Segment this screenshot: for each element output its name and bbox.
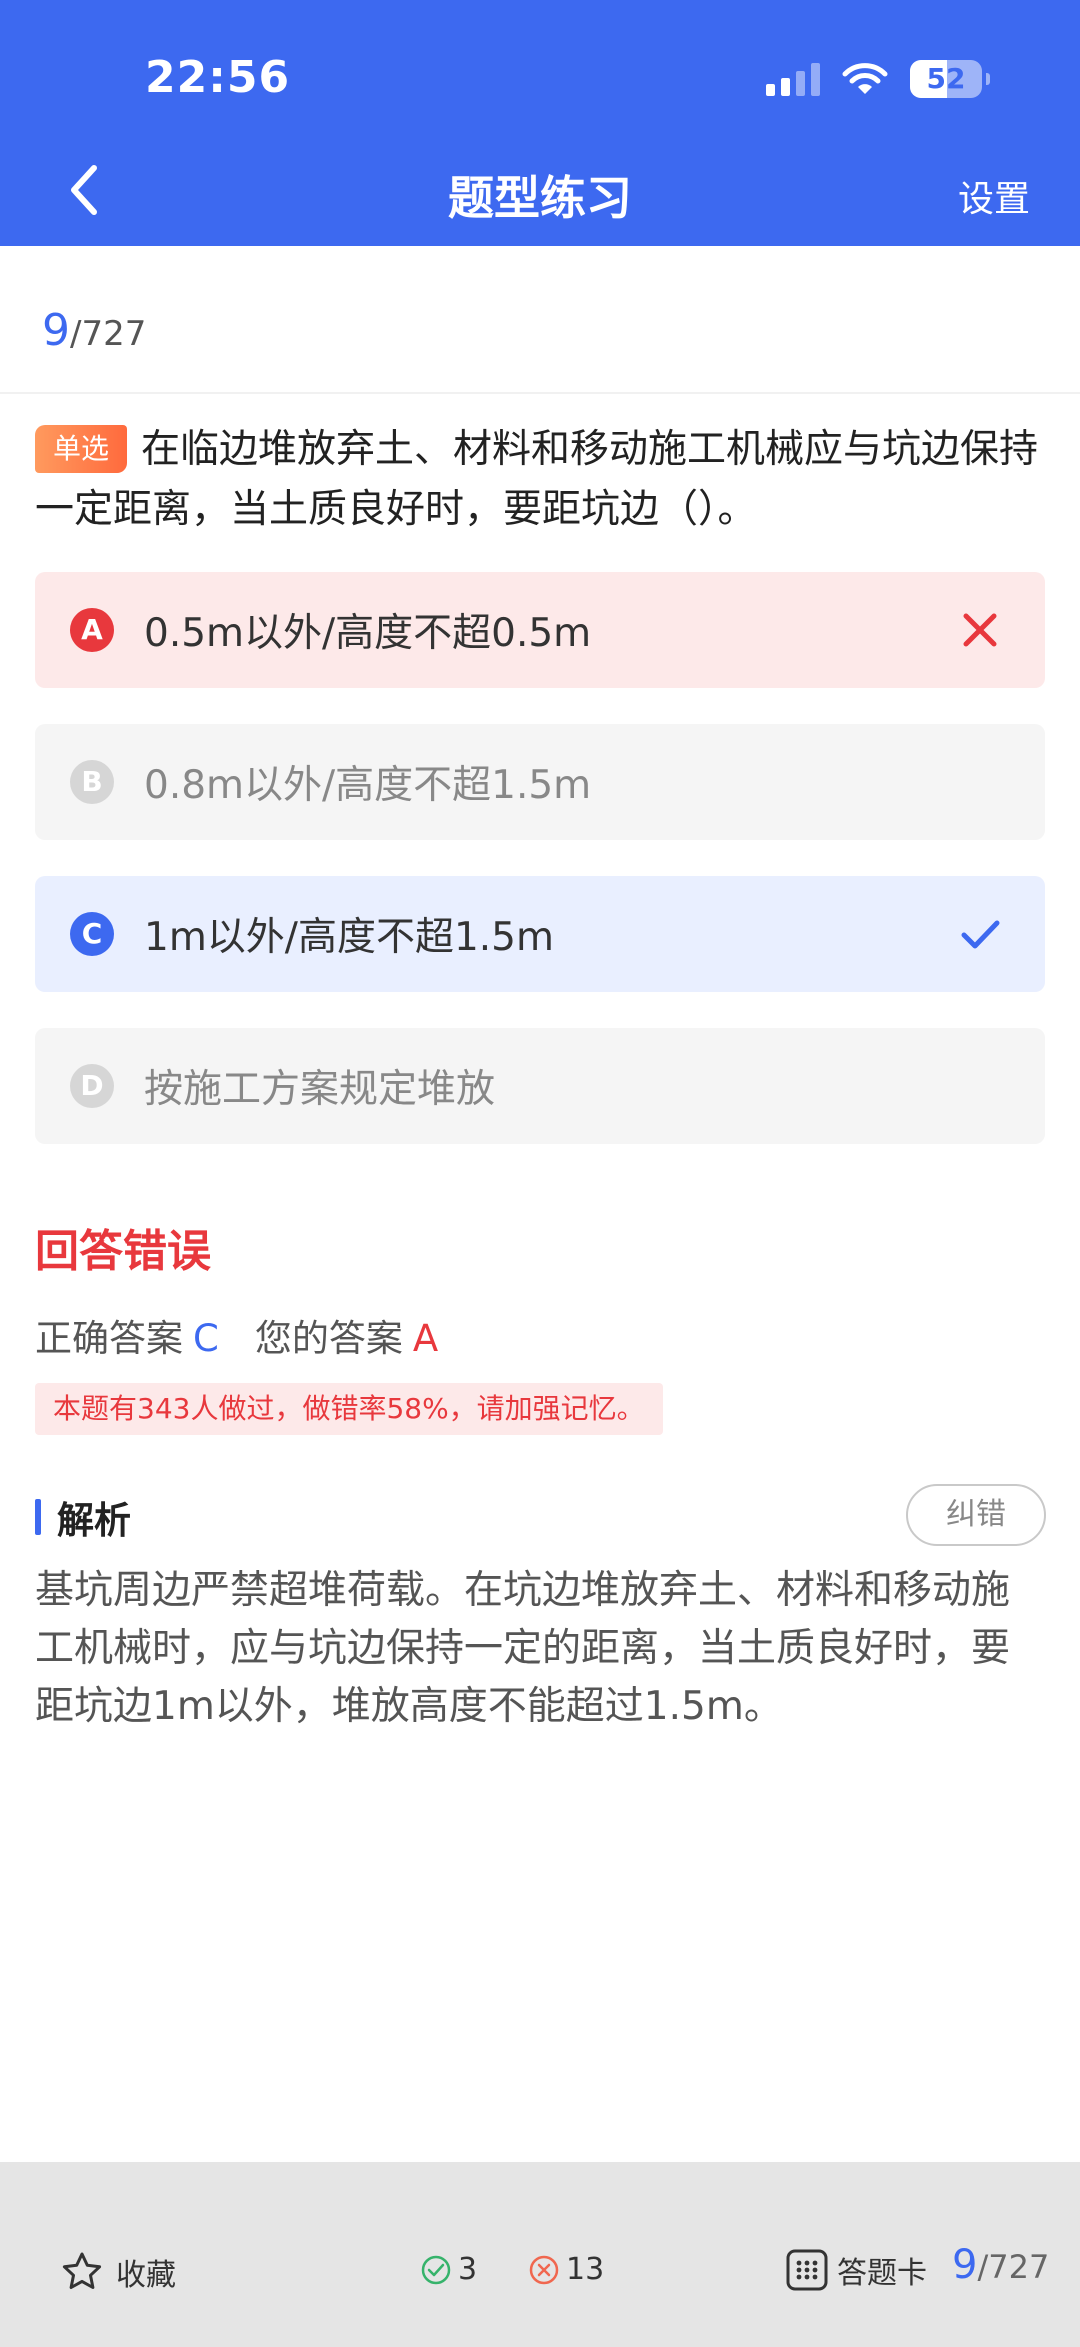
page-title: 题型练习 — [448, 171, 632, 225]
battery-icon: 52 — [910, 60, 990, 98]
bottom-current: 9 — [952, 2242, 978, 2288]
check-circle-icon — [421, 2255, 451, 2284]
analysis-heading-text: 解析 — [57, 1499, 131, 1542]
option-letter: D — [70, 1064, 114, 1108]
analysis-heading: 解析 — [35, 1490, 131, 1544]
status-icons: 52 — [766, 56, 990, 102]
divider — [0, 392, 1080, 394]
result-title: 回答错误 — [35, 1226, 211, 1277]
question-progress: 9/727 — [42, 305, 146, 356]
error-rate-notice: 本题有343人做过，做错率58%，请加强记忆。 — [35, 1383, 663, 1435]
battery-level: 52 — [926, 62, 966, 95]
answer-card-button[interactable]: 答题卡 — [785, 2248, 927, 2292]
favorite-button[interactable]: 收藏 — [60, 2250, 176, 2294]
wrong-x-icon — [963, 613, 997, 647]
option-letter: B — [70, 760, 114, 804]
wrong-count-value: 13 — [566, 2252, 605, 2287]
star-icon — [62, 2252, 102, 2289]
x-circle-icon — [529, 2255, 559, 2284]
checkmark-icon — [961, 920, 1000, 949]
your-answer-value: A — [412, 1317, 439, 1360]
your-answer-label: 您的答案 — [254, 1317, 403, 1360]
option-a[interactable]: A 0.5m以外/高度不超0.5m — [35, 572, 1045, 688]
question-type-tag: 单选 — [35, 425, 127, 473]
status-time: 22:56 — [145, 52, 291, 103]
bottom-toolbar: 收藏 3 13 答题卡 9/727 — [0, 2162, 1080, 2347]
option-d[interactable]: D 按施工方案规定堆放 — [35, 1028, 1045, 1144]
answer-summary: 正确答案 C 您的答案 A — [35, 1308, 438, 1362]
correct-answer-label: 正确答案 — [35, 1317, 183, 1360]
option-text: 0.8m以外/高度不超1.5m — [144, 763, 592, 808]
cellular-signal-icon — [766, 62, 820, 96]
report-error-button[interactable]: 纠错 — [906, 1484, 1046, 1546]
grid-icon — [786, 2249, 828, 2291]
bottom-progress: 9/727 — [952, 2242, 1049, 2288]
current-index: 9 — [42, 305, 70, 356]
correct-count-value: 3 — [458, 2252, 478, 2287]
correct-answer-value: C — [193, 1317, 219, 1360]
bottom-total: /727 — [977, 2248, 1050, 2286]
answer-card-label: 答题卡 — [837, 2256, 927, 2291]
option-letter: A — [70, 608, 114, 652]
heading-accent-bar — [35, 1499, 41, 1535]
settings-button[interactable]: 设置 — [958, 170, 1030, 222]
correct-count: 3 — [420, 2252, 477, 2287]
option-letter: C — [70, 912, 114, 956]
question-text: 在临边堆放弃土、材料和移动施工机械应与坑边保持一定距离，当土质良好时，要距坑边（… — [35, 427, 1039, 532]
option-b[interactable]: B 0.8m以外/高度不超1.5m — [35, 724, 1045, 840]
wifi-icon — [842, 63, 888, 94]
total-count: /727 — [70, 314, 147, 354]
option-c[interactable]: C 1m以外/高度不超1.5m — [35, 876, 1045, 992]
option-text: 1m以外/高度不超1.5m — [144, 915, 554, 960]
analysis-text: 基坑周边严禁超堆荷载。在坑边堆放弃土、材料和移动施工机械时，应与坑边保持一定的距… — [35, 1568, 1011, 1729]
wrong-count: 13 — [528, 2252, 604, 2287]
question-stem: 单选 在临边堆放弃土、材料和移动施工机械应与坑边保持一定距离，当土质良好时，要距坑… — [35, 420, 1045, 540]
option-text: 按施工方案规定堆放 — [144, 1067, 496, 1112]
option-text: 0.5m以外/高度不超0.5m — [144, 611, 592, 656]
favorite-label: 收藏 — [116, 2258, 176, 2293]
app-header: 22:56 52 题型练习 设置 — [0, 0, 1080, 246]
